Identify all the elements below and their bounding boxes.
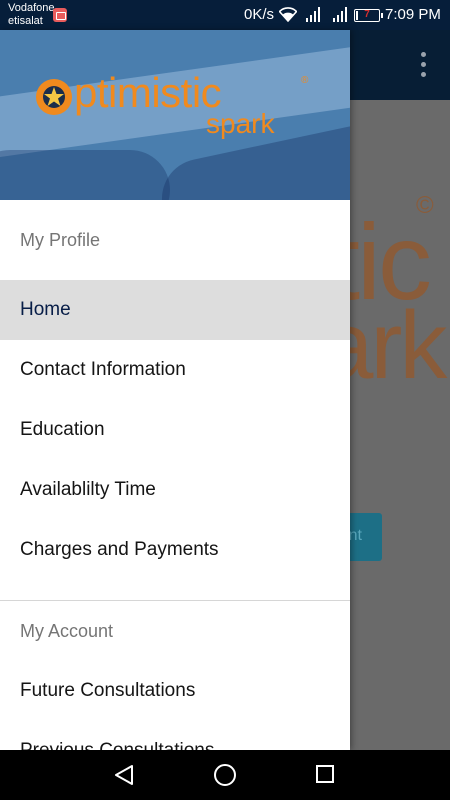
section-header-my-account: My Account (20, 620, 114, 641)
menu-item-charges-and-payments[interactable]: Charges and Payments (0, 520, 350, 580)
logo-main-text: ptimistic (74, 69, 222, 116)
recent-apps-icon[interactable] (316, 765, 334, 783)
menu-item-future-consultations[interactable]: Future Consultations (0, 661, 350, 721)
home-icon[interactable] (214, 764, 236, 786)
menu-item-contact-information[interactable]: Contact Information (0, 340, 350, 400)
back-icon[interactable] (113, 764, 135, 786)
menu-item-education[interactable]: Education (0, 400, 350, 460)
logo-sun-icon (36, 79, 72, 115)
menu-item-home[interactable]: Home (0, 280, 350, 340)
battery-icon: 7 (354, 9, 383, 22)
battery-level: 7 (364, 9, 370, 20)
overflow-menu-icon[interactable] (416, 52, 430, 78)
menu-item-previous-consultations[interactable]: Previous Consultations (0, 721, 350, 750)
section-header-my-profile: My Profile (20, 229, 101, 250)
menu-item-availability-time[interactable]: Availablilty Time (0, 460, 350, 520)
system-nav-bar (0, 750, 450, 800)
signal-icon (306, 7, 320, 22)
drawer-menu: My Profile Home Contact Information Educ… (0, 200, 350, 750)
clock: 7:09 PM (385, 6, 441, 23)
wifi-icon (279, 7, 297, 22)
carrier-line1: Vodafone (8, 2, 55, 14)
network-speed: 0K/s (244, 6, 275, 23)
notification-icon (53, 8, 67, 22)
carrier-label: Vodafone etisalat (8, 2, 55, 28)
status-bar: Vodafone etisalat 0K/s 7 7:09 PM (0, 0, 450, 30)
drawer-header: ptimistic ® spark (0, 30, 350, 200)
carrier-line2: etisalat (8, 15, 43, 27)
background-button-label: nt (348, 527, 362, 544)
signal-icon (333, 7, 347, 22)
logo-sub-text: spark (206, 108, 275, 139)
navigation-drawer: ptimistic ® spark My Profile Home Contac… (0, 30, 350, 750)
logo-registered-mark: ® (301, 75, 309, 86)
